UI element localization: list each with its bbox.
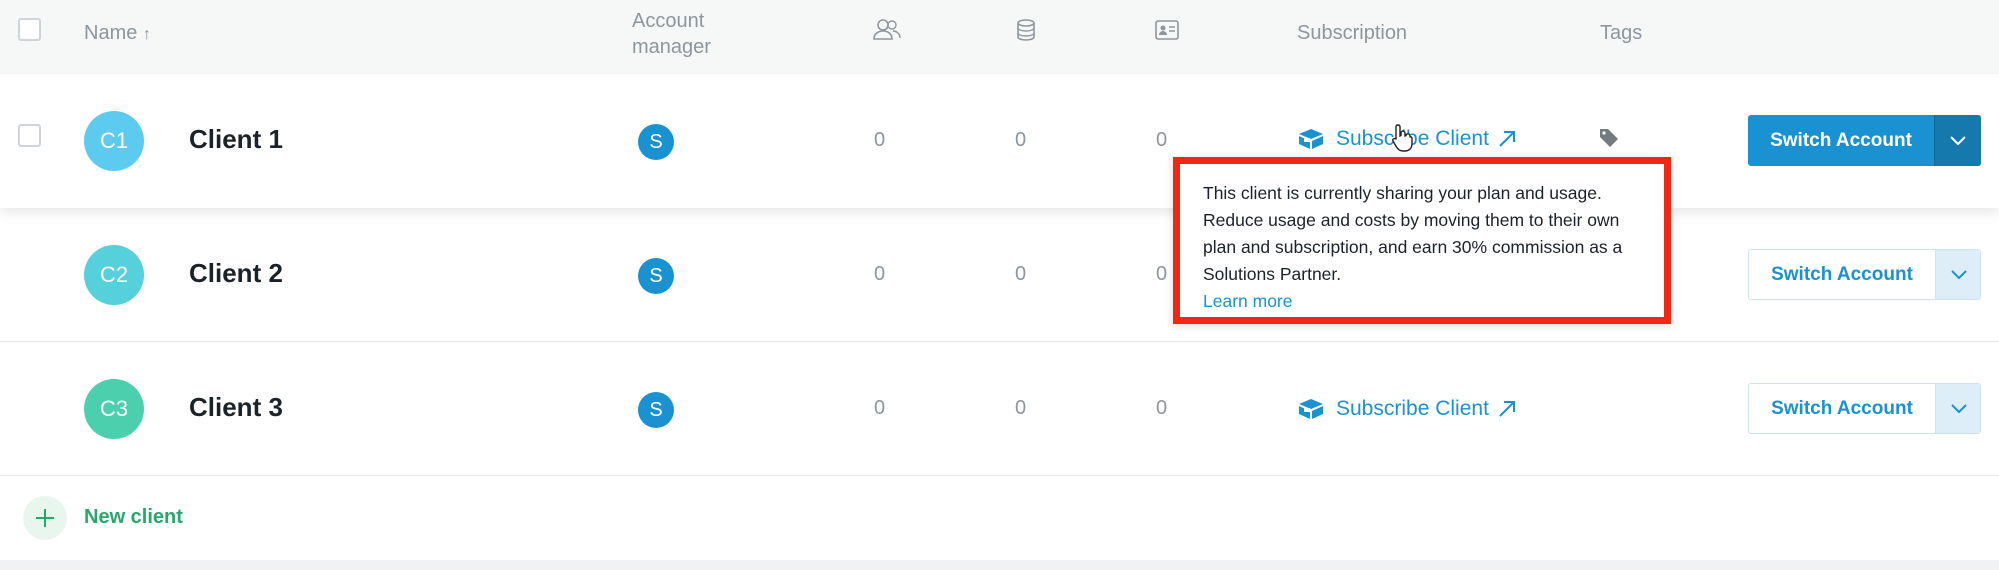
account-manager-column-header: Account manager bbox=[632, 10, 711, 58]
subscribe-client-link[interactable]: Subscribe Client bbox=[1298, 394, 1517, 424]
storage-count: 0 bbox=[1015, 397, 1027, 419]
switch-account-button[interactable]: Switch Account bbox=[1748, 115, 1934, 166]
select-all-checkbox[interactable] bbox=[18, 18, 41, 41]
name-column-header[interactable]: Name ↑ bbox=[84, 22, 151, 45]
sort-arrow-icon: ↑ bbox=[142, 26, 151, 43]
database-icon bbox=[1015, 18, 1037, 48]
name-header-label: Name bbox=[84, 22, 138, 44]
switch-account-dropdown[interactable] bbox=[1934, 115, 1981, 166]
external-link-icon bbox=[1499, 131, 1515, 147]
users-count: 0 bbox=[874, 263, 886, 285]
switch-account-dropdown[interactable] bbox=[1935, 384, 1980, 433]
subscribe-tooltip: This client is currently sharing your pl… bbox=[1173, 157, 1671, 324]
learn-more-link[interactable]: Learn more bbox=[1203, 288, 1646, 315]
footer-divider bbox=[0, 560, 1999, 570]
switch-account-button[interactable]: Switch Account bbox=[1749, 250, 1935, 299]
table-row: C2 Client 2 S 0 0 0 Switch Account bbox=[0, 208, 1999, 342]
client-name[interactable]: Client 2 bbox=[189, 258, 283, 289]
switch-account-group: Switch Account bbox=[1748, 249, 1981, 300]
table-row: C3 Client 3 S 0 0 0 Subscribe Client Swi… bbox=[0, 342, 1999, 476]
avatar: C3 bbox=[84, 379, 144, 439]
subscription-column-header: Subscription bbox=[1297, 22, 1408, 44]
users-count: 0 bbox=[874, 397, 886, 419]
tooltip-text: This client is currently sharing your pl… bbox=[1203, 183, 1623, 284]
hand-cursor-icon bbox=[1392, 124, 1413, 152]
new-client-label: New client bbox=[84, 506, 183, 528]
account-manager-avatar: S bbox=[638, 124, 674, 160]
contacts-count: 0 bbox=[1156, 397, 1168, 419]
chevron-down-icon bbox=[1951, 269, 1967, 279]
account-manager-avatar: S bbox=[638, 258, 674, 294]
switch-account-group: Switch Account bbox=[1748, 383, 1981, 434]
package-icon bbox=[1299, 399, 1323, 419]
users-icon bbox=[873, 18, 901, 48]
users-count: 0 bbox=[874, 129, 886, 151]
plus-icon bbox=[23, 496, 67, 540]
chevron-down-icon bbox=[1951, 403, 1967, 413]
tag-icon[interactable] bbox=[1598, 127, 1620, 149]
avatar: C1 bbox=[84, 111, 144, 171]
chevron-down-icon bbox=[1950, 135, 1966, 145]
table-row: C1 Client 1 S 0 0 0 Subscribe Client Swi… bbox=[0, 74, 1999, 208]
tags-column-header: Tags bbox=[1600, 22, 1643, 44]
package-icon bbox=[1299, 129, 1323, 149]
contact-card-icon bbox=[1155, 20, 1179, 46]
new-client-row[interactable]: New client bbox=[0, 476, 1999, 560]
storage-count: 0 bbox=[1015, 129, 1027, 151]
row-checkbox[interactable] bbox=[18, 124, 41, 147]
switch-account-button[interactable]: Switch Account bbox=[1749, 384, 1935, 433]
switch-account-dropdown[interactable] bbox=[1935, 250, 1980, 299]
storage-count: 0 bbox=[1015, 263, 1027, 285]
table-header: Name ↑ Account manager Subscription Tags bbox=[0, 0, 1999, 74]
avatar: C2 bbox=[84, 245, 144, 305]
switch-account-group: Switch Account bbox=[1748, 115, 1981, 166]
account-manager-avatar: S bbox=[638, 392, 674, 428]
external-link-icon bbox=[1499, 401, 1515, 417]
contacts-count: 0 bbox=[1156, 129, 1168, 151]
client-name[interactable]: Client 1 bbox=[189, 124, 283, 155]
client-name[interactable]: Client 3 bbox=[189, 392, 283, 423]
subscribe-client-label: Subscribe Client bbox=[1336, 397, 1489, 420]
contacts-count: 0 bbox=[1156, 263, 1168, 285]
